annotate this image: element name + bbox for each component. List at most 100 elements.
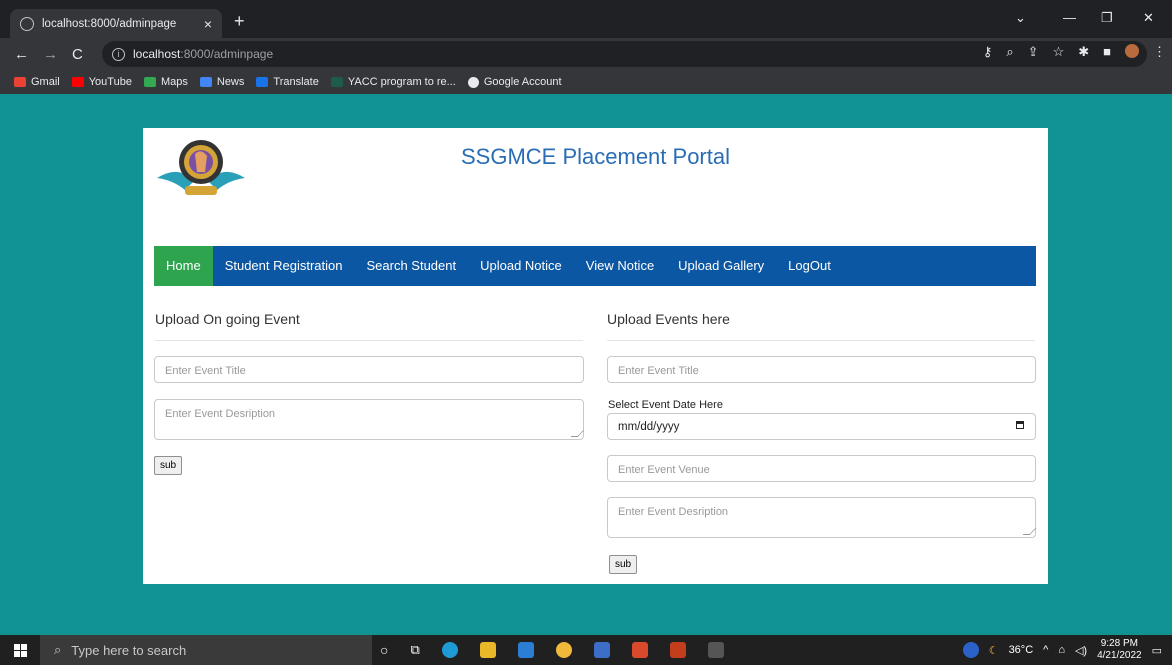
ongoing-event-submit-button[interactable]: sub: [154, 456, 183, 475]
globe-icon: [20, 16, 34, 31]
notification-icon[interactable]: ▭: [1152, 644, 1162, 657]
nav-view-notice[interactable]: View Notice: [574, 246, 666, 286]
profile-avatar[interactable]: [1125, 44, 1139, 58]
task-view-icon[interactable]: ⧉: [410, 642, 419, 658]
page-title: SSGMCE Placement Portal: [461, 144, 730, 169]
browser-tab-bar: localhost:8000/adminpage × + ⌄ — ❐ ✕: [0, 0, 1172, 38]
bookmark-yacc[interactable]: YACC program to re...: [330, 76, 456, 88]
office-icon[interactable]: [631, 642, 648, 658]
bookmark-label: YouTube: [88, 76, 132, 88]
resize-handle-icon[interactable]: [1022, 528, 1037, 535]
description-placeholder: Enter Event Desription: [618, 506, 729, 518]
windows-icon: [13, 643, 27, 657]
bookmark-label: Maps: [160, 76, 188, 88]
browser-toolbar: ← → C i localhost:8000/adminpage ⚷ ⌕ ⇪ ☆…: [0, 38, 1172, 70]
tab-search-icon[interactable]: ⌄: [1015, 10, 1026, 26]
toolbar-icons: ⚷ ⌕ ⇪ ☆ ✱ ■ ⋮: [983, 44, 1166, 60]
bookmark-maps[interactable]: Maps: [143, 76, 188, 88]
ongoing-event-description-input[interactable]: Enter Event Desription: [154, 399, 585, 440]
windows-taskbar: ⌕ Type here to search ○ ⧉ ☾ 36°C ^ ⌂ ◁) …: [0, 635, 1172, 665]
browser-tab[interactable]: localhost:8000/adminpage ×: [10, 9, 222, 38]
star-icon[interactable]: ☆: [1053, 44, 1065, 60]
nav-upload-gallery[interactable]: Upload Gallery: [666, 246, 776, 286]
tab-close-icon[interactable]: ×: [204, 16, 212, 32]
bookmark-label: Gmail: [31, 76, 60, 88]
window-close-icon[interactable]: ✕: [1143, 10, 1154, 26]
news-icon: [199, 77, 212, 87]
temperature[interactable]: 36°C: [1009, 644, 1034, 656]
divider: [607, 340, 1035, 341]
system-tray: ☾ 36°C ^ ⌂ ◁) 9:28 PM 4/21/2022 ▭: [962, 635, 1162, 665]
event-submit-button[interactable]: sub: [609, 555, 638, 574]
search-icon: ⌕: [54, 642, 62, 657]
taskbar-search-placeholder: Type here to search: [71, 642, 187, 658]
extensions-icon[interactable]: ✱: [1078, 44, 1089, 60]
volume-icon[interactable]: ◁): [1075, 644, 1087, 657]
main-nav: Home Student Registration Search Student…: [154, 246, 1036, 286]
description-placeholder: Enter Event Desription: [165, 408, 276, 420]
ongoing-event-title-input[interactable]: Enter Event Title: [154, 356, 584, 383]
forward-icon[interactable]: →: [43, 46, 58, 63]
store-icon[interactable]: [593, 642, 610, 658]
url-path: :8000/adminpage: [180, 47, 274, 61]
google-icon: [467, 76, 479, 88]
nav-logout[interactable]: LogOut: [776, 246, 843, 286]
bookmark-label: YACC program to re...: [347, 76, 456, 88]
taskbar-search[interactable]: ⌕ Type here to search: [40, 635, 372, 665]
terminal-icon[interactable]: [707, 642, 724, 658]
page-container: SSGMCE Placement Portal Home Student Reg…: [143, 128, 1048, 584]
divider: [155, 340, 583, 341]
key-icon[interactable]: ⚷: [983, 44, 993, 60]
powerpoint-icon[interactable]: [669, 642, 686, 658]
calendar-icon[interactable]: [1016, 421, 1024, 429]
nav-upload-notice[interactable]: Upload Notice: [468, 246, 574, 286]
bookmark-gmail[interactable]: Gmail: [14, 76, 60, 88]
youtube-icon: [71, 77, 84, 87]
resize-handle-icon[interactable]: [570, 430, 585, 437]
date-value: mm/dd/yyyy: [618, 421, 680, 433]
cortana-icon[interactable]: ○: [380, 642, 388, 658]
bookmark-label: Translate: [273, 76, 319, 88]
event-title-input[interactable]: Enter Event Title: [607, 356, 1036, 383]
new-tab-icon[interactable]: +: [234, 11, 245, 32]
info-icon[interactable]: i: [112, 47, 125, 61]
gmail-icon: [14, 77, 26, 87]
bookmark-translate[interactable]: Translate: [256, 76, 319, 88]
bookmarks-bar: Gmail YouTube Maps News Translate YACC p…: [0, 70, 1172, 94]
taskbar-apps: ○ ⧉: [380, 635, 724, 665]
event-date-label: Select Event Date Here: [608, 399, 723, 411]
start-button[interactable]: [0, 635, 40, 665]
mail-icon[interactable]: [517, 642, 534, 658]
url-host: localhost: [133, 47, 181, 61]
back-icon[interactable]: ←: [14, 46, 29, 63]
bookmark-news[interactable]: News: [199, 76, 244, 88]
chrome-icon[interactable]: [555, 642, 572, 658]
chevron-up-icon[interactable]: ^: [1043, 644, 1048, 656]
nav-search-student[interactable]: Search Student: [354, 246, 468, 286]
nav-student-registration[interactable]: Student Registration: [213, 246, 355, 286]
event-description-input[interactable]: Enter Event Desription: [607, 497, 1037, 538]
file-explorer-icon[interactable]: [479, 642, 496, 658]
events-heading: Upload Events here: [607, 311, 730, 327]
bookmark-label: Google Account: [483, 76, 562, 88]
clock[interactable]: 9:28 PM 4/21/2022: [1097, 638, 1142, 662]
edge-icon[interactable]: [441, 642, 458, 658]
sidepanel-icon[interactable]: ■: [1103, 44, 1111, 60]
tab-title: localhost:8000/adminpage: [42, 17, 177, 30]
event-venue-input[interactable]: Enter Event Venue: [607, 455, 1036, 482]
maps-icon: [143, 77, 156, 87]
bookmark-google-account[interactable]: Google Account: [467, 76, 562, 88]
ongoing-event-heading: Upload On going Event: [155, 311, 300, 327]
menu-icon[interactable]: ⋮: [1153, 44, 1166, 60]
bookmark-youtube[interactable]: YouTube: [71, 76, 132, 88]
network-icon[interactable]: ⌂: [1058, 644, 1065, 656]
zoom-icon[interactable]: ⌕: [1006, 44, 1013, 60]
nav-home[interactable]: Home: [154, 246, 213, 286]
minimize-icon[interactable]: —: [1063, 10, 1076, 25]
restore-icon[interactable]: ❐: [1101, 10, 1113, 26]
share-icon[interactable]: ⇪: [1028, 44, 1039, 60]
help-icon[interactable]: [962, 642, 979, 658]
clock-time: 9:28 PM: [1100, 638, 1138, 649]
reload-icon[interactable]: C: [72, 46, 83, 63]
event-date-input[interactable]: mm/dd/yyyy: [607, 413, 1036, 440]
